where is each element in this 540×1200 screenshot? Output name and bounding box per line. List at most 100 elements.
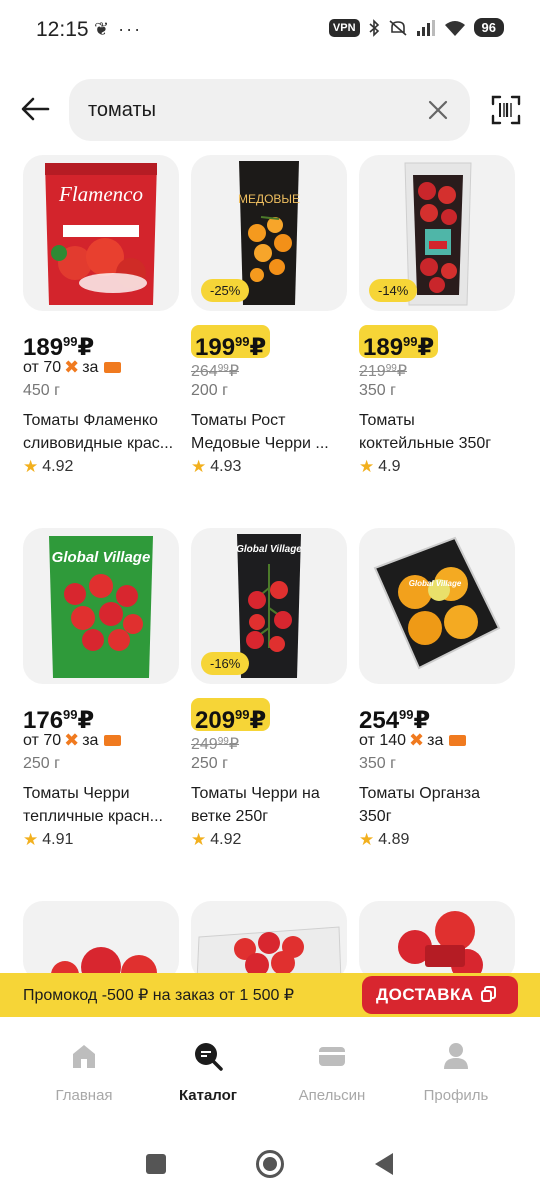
product-card[interactable]: Global Village -16% 20999₽ 24999₽ 250 г … — [191, 528, 351, 858]
price-kop: 99 — [235, 334, 250, 349]
old-price: 26499₽ — [191, 361, 239, 381]
old-price-rub: 264 — [191, 363, 218, 380]
star-icon: ★ — [191, 457, 207, 476]
product-weight: 200 г — [191, 382, 228, 399]
delivery-promo-tag[interactable]: ДОСТАВКА — [362, 976, 518, 1014]
product-image[interactable]: Global Village -16% — [191, 528, 347, 684]
discount-badge: -16% — [201, 652, 250, 675]
vpn-badge: VPN — [328, 18, 360, 37]
battery-indicator: 96 — [473, 18, 504, 37]
recents-icon[interactable] — [145, 1153, 167, 1175]
installment-amount: от 140 — [359, 731, 407, 749]
wifi-icon — [444, 20, 465, 36]
product-image[interactable]: МЕДОВЫЕ -25% — [191, 155, 347, 311]
product-image[interactable]: Global Village — [23, 528, 179, 684]
product-image[interactable]: Flamenco — [23, 155, 179, 311]
search-query[interactable]: томаты — [88, 99, 156, 122]
product-image[interactable]: Global Village — [359, 528, 515, 684]
product-price: 25499₽ — [359, 698, 430, 734]
product-image[interactable] — [191, 901, 347, 981]
clear-icon[interactable] — [426, 98, 450, 122]
old-price-kop: 99 — [217, 363, 229, 374]
product-name: Томаты Черри тепличные красн... — [23, 782, 183, 828]
back-triangle-icon[interactable] — [373, 1152, 395, 1176]
card-icon — [319, 1047, 345, 1066]
installment-suffix: за — [82, 358, 99, 376]
nav-catalog[interactable]: Каталог — [148, 1041, 268, 1104]
product-rating: ★ 4.91 — [23, 830, 73, 850]
organza-tray-image: Global Village — [373, 536, 501, 670]
product-card[interactable]: Global Village 17699₽ от 70 ✖ за 250 г Т… — [23, 528, 183, 858]
product-image[interactable] — [23, 901, 179, 981]
price-kop: 99 — [403, 334, 418, 349]
product-weight: 250 г — [23, 755, 60, 772]
installment-suffix: за — [427, 731, 444, 749]
product-card[interactable]: МЕДОВЫЕ -25% 19999₽ 26499₽ 200 г Томаты … — [191, 155, 351, 485]
delivery-tag-label: ДОСТАВКА — [376, 985, 474, 1004]
nav-home[interactable]: Главная — [24, 1041, 144, 1104]
installment-amount: от 70 — [23, 731, 62, 749]
back-arrow-icon[interactable] — [20, 93, 52, 125]
product-name-line2: Медовые Черри ... — [191, 435, 329, 452]
tomatoes-tray-image — [196, 926, 342, 981]
product-rating: ★ 4.92 — [191, 830, 241, 850]
catalog-search-icon — [195, 1043, 223, 1071]
product-price: 17699₽ — [23, 698, 94, 734]
product-name: Томаты Черри на ветке 250г — [191, 782, 351, 828]
installment-info: от 140 ✖ за — [359, 730, 467, 751]
package-brand-text: Flamenco — [58, 182, 143, 206]
mute-icon — [389, 19, 407, 36]
product-card[interactable]: -14% 18999₽ 21999₽ 350 г Томаты коктейль… — [359, 155, 519, 485]
product-name: Томаты коктейльные 350г — [359, 409, 519, 455]
split-x-icon: ✖ — [64, 357, 80, 377]
bluetooth-icon — [369, 18, 379, 37]
product-name: Томаты Органза 350г — [359, 782, 519, 828]
discount-badge: -14% — [369, 279, 418, 302]
copy-icon — [480, 986, 496, 1002]
rating-value: 4.89 — [378, 831, 410, 848]
price-rub: 189 — [363, 334, 404, 361]
product-rating: ★ 4.93 — [191, 457, 241, 477]
barcode-scan-icon[interactable] — [490, 94, 522, 126]
product-image[interactable]: -14% — [359, 155, 515, 311]
product-name-line2: ветке 250г — [191, 808, 269, 825]
old-price: 21999₽ — [359, 361, 407, 381]
promo-banner[interactable]: Промокод -500 ₽ на заказ от 1 500 ₽ ДОСТ… — [0, 973, 540, 1017]
old-price-currency: ₽ — [396, 363, 408, 380]
star-icon: ★ — [359, 830, 375, 849]
product-name-line2: 350г — [359, 808, 392, 825]
product-name-line1: Томаты Черри — [23, 785, 130, 802]
product-name-line2: сливовидные крас... — [23, 435, 174, 452]
price-rub: 209 — [195, 707, 236, 734]
nav-catalog-label: Каталог — [178, 1087, 238, 1104]
rating-value: 4.93 — [210, 458, 242, 475]
home-circle-icon[interactable] — [255, 1149, 285, 1179]
tomatoes-image — [51, 947, 157, 981]
product-image[interactable] — [359, 901, 515, 981]
search-input[interactable]: томаты — [69, 79, 470, 141]
system-navigation-bar — [0, 1127, 540, 1200]
product-name: Томаты Рост Медовые Черри ... — [191, 409, 351, 455]
product-name-line1: Томаты Фламенко — [23, 412, 158, 429]
nav-apelsin[interactable]: Апельсин — [272, 1041, 392, 1104]
status-right-icons: VPN 96 — [328, 18, 504, 37]
flamenco-tomatoes-image — [398, 911, 483, 981]
product-name-line1: Томаты Органза — [359, 785, 481, 802]
product-name-line1: Томаты — [359, 412, 415, 429]
rating-value: 4.92 — [42, 458, 74, 475]
product-card[interactable]: Flamenco 18999₽ от 70 ✖ за 450 г Томаты … — [23, 155, 183, 485]
product-name-line1: Томаты Черри на — [191, 785, 320, 802]
product-price: 19999₽ — [191, 325, 271, 361]
installment-card-icon — [449, 735, 467, 746]
product-name-line2: тепличные красн... — [23, 808, 163, 825]
product-card[interactable]: Global Village 25499₽ от 140 ✖ за 350 г … — [359, 528, 519, 858]
price-currency: ₽ — [249, 707, 267, 734]
installment-amount: от 70 — [23, 358, 62, 376]
nav-profile[interactable]: Профиль — [396, 1041, 516, 1104]
split-x-icon: ✖ — [64, 730, 80, 750]
cherry-package-image: Global Village — [49, 536, 153, 678]
price-kop: 99 — [63, 334, 78, 349]
discount-badge: -25% — [201, 279, 250, 302]
product-price: 18999₽ — [23, 325, 94, 361]
price-kop: 99 — [63, 707, 78, 722]
